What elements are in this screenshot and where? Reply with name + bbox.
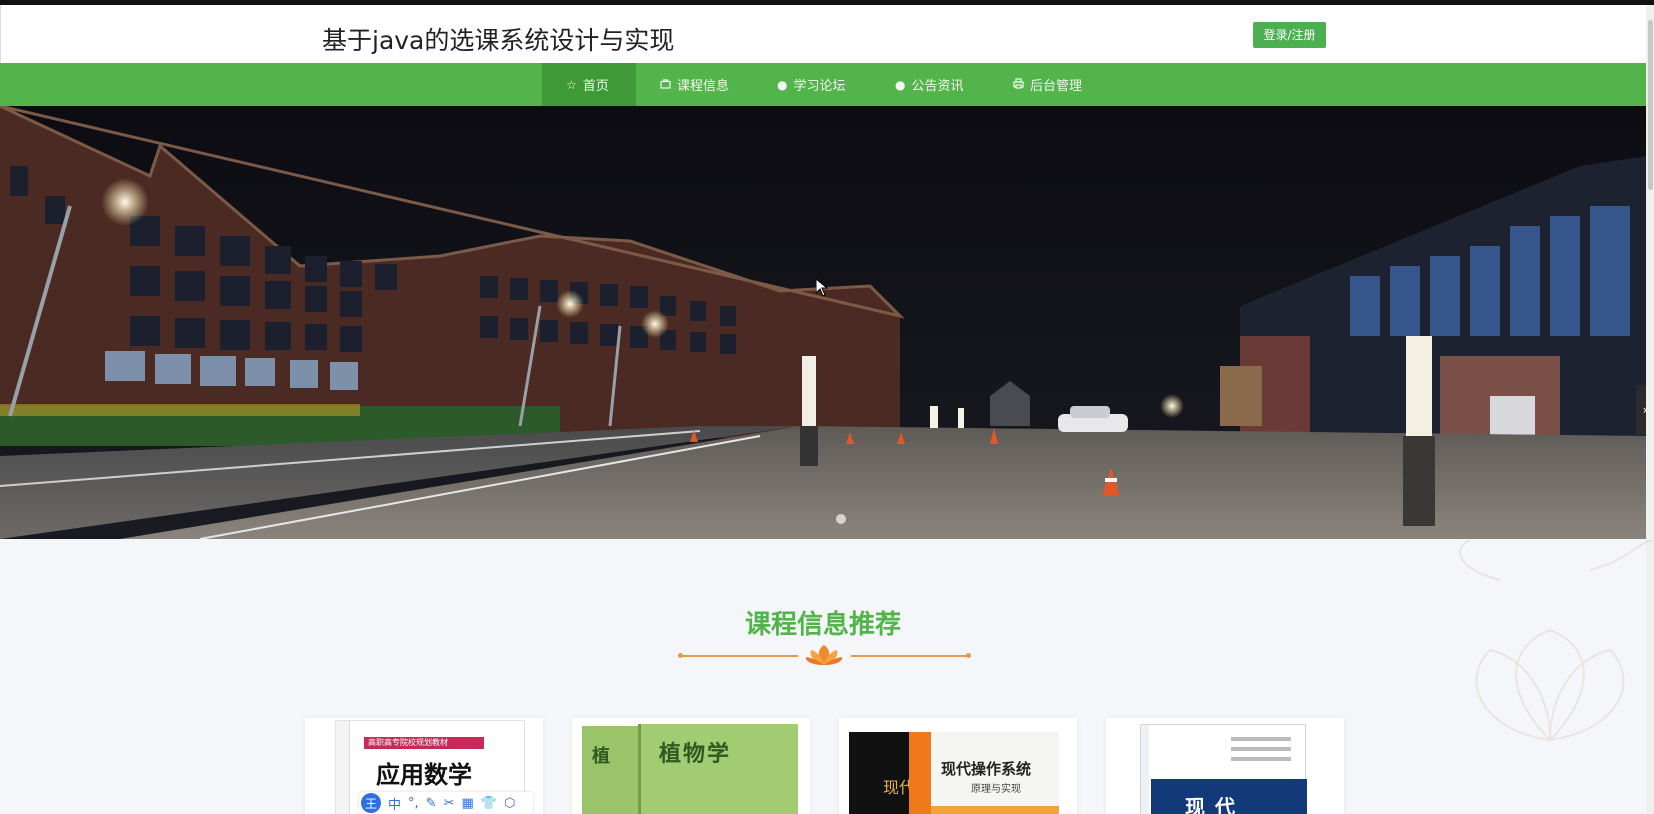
title-divider (851, 655, 968, 657)
circle-icon: ● (895, 77, 906, 92)
site-title: 基于java的选课系统设计与实现 (322, 26, 675, 55)
nav-item-label: 首页 (582, 79, 609, 94)
scissors-icon[interactable]: ✂ (444, 796, 455, 811)
nav-item-courses[interactable]: 课程信息 (660, 63, 760, 106)
book-subtitle: 原理与实现 (971, 784, 1021, 795)
nav-item-forum[interactable]: ● 学习论坛 (777, 63, 877, 106)
book-line (1231, 747, 1291, 751)
settings-icon[interactable]: ⬡ (504, 796, 515, 811)
ime-mode[interactable]: 中 (388, 794, 401, 813)
page: 基于java的选课系统设计与实现 登录/注册 ☆ 首页 课程信息 ● 学习论坛 … (0, 0, 1654, 814)
book-band: 现代 (1151, 779, 1307, 814)
book-cover-back: 植 (582, 726, 642, 814)
book-title: 植物学 (659, 742, 732, 767)
book-title: 现代操作系统 (941, 760, 1032, 778)
book-spine (1141, 725, 1149, 814)
login-register-button[interactable]: 登录/注册 (1253, 22, 1326, 48)
star-icon: ☆ (566, 77, 577, 92)
section-title: 课程信息推荐 (744, 610, 901, 640)
book-cover: 植物学 (638, 724, 798, 814)
book-cover: 现代 (1140, 724, 1307, 814)
carousel-dot[interactable] (836, 514, 846, 524)
book-cover: 现代操作系统 原理与实现 (909, 732, 1059, 814)
nav-item-admin[interactable]: 后台管理 (1013, 63, 1113, 106)
mouse-cursor-icon (816, 279, 828, 297)
lotus-icon (805, 645, 843, 665)
main-nav: ☆ 首页 课程信息 ● 学习论坛 ● 公告资讯 后台管理 (0, 63, 1646, 106)
book-title: 植 (592, 746, 610, 767)
nav-item-label: 课程信息 (677, 79, 730, 94)
course-card[interactable]: 植 植物学 (572, 718, 810, 814)
ime-toolbar[interactable]: 王 中 °, ✎ ✂ ▦ 👕 ⬡ (359, 792, 533, 814)
title-divider (681, 655, 798, 657)
book-title: 应用数学 (376, 761, 472, 789)
book-series-label: 高职高专院校规划教材 (364, 737, 484, 749)
book-title: 现代 (1185, 795, 1245, 814)
course-card[interactable]: 现代 现代操作系统 原理与实现 (839, 718, 1077, 814)
course-card[interactable]: 现代 (1106, 718, 1344, 814)
nav-item-label: 公告资讯 (911, 79, 964, 94)
scrollbar-thumb[interactable] (1648, 20, 1653, 190)
nav-item-home[interactable]: ☆ 首页 (542, 63, 636, 106)
book-line (1231, 757, 1291, 761)
book-line (1231, 737, 1291, 741)
hero-banner-image (0, 106, 1646, 539)
flower-decoration-icon (1459, 540, 1654, 742)
keyboard-icon[interactable]: ▦ (461, 796, 473, 811)
divider-dot (966, 653, 971, 658)
printer-icon (1013, 77, 1024, 92)
pen-icon[interactable]: ✎ (426, 796, 437, 811)
ime-logo[interactable]: 王 (361, 793, 381, 813)
bag-icon (660, 78, 671, 92)
nav-item-label: 后台管理 (1030, 79, 1083, 94)
circle-icon: ● (777, 77, 788, 92)
nav-item-label: 学习论坛 (793, 79, 846, 94)
punctuation-icon[interactable]: °, (408, 796, 419, 811)
shirt-icon[interactable]: 👕 (481, 796, 497, 811)
site-header: 基于java的选课系统设计与实现 登录/注册 (0, 5, 1646, 63)
nav-item-news[interactable]: ● 公告资讯 (895, 63, 995, 106)
book-spine (336, 721, 350, 814)
book-band (931, 806, 1059, 814)
